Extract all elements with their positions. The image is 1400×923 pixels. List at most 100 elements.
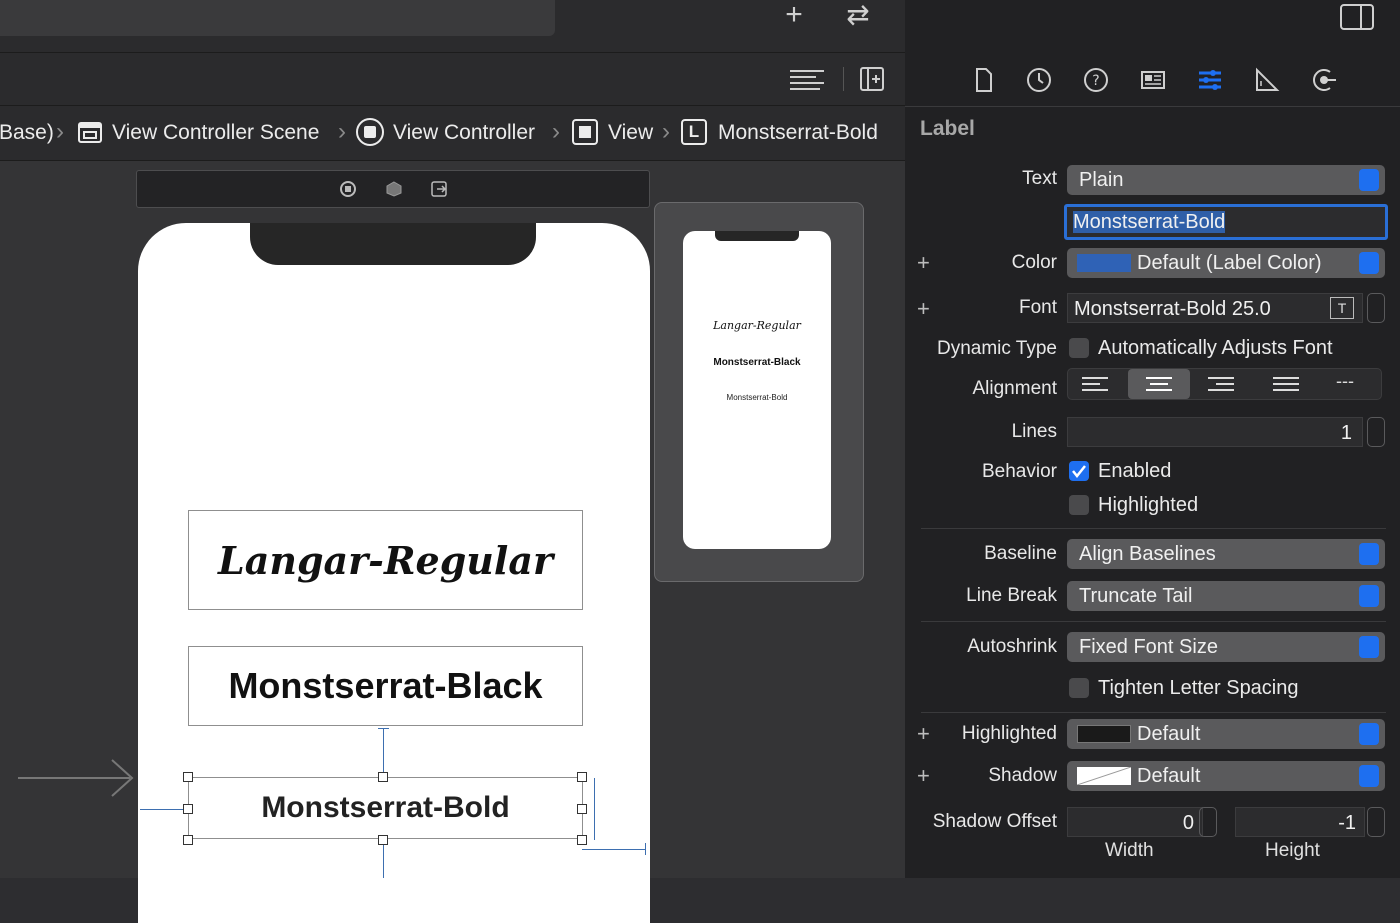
align-left-icon[interactable] xyxy=(1082,377,1108,391)
breadcrumb-item-view-controller[interactable]: View Controller xyxy=(393,118,535,148)
inspector-tabs: ? xyxy=(905,52,1400,107)
height-constraint[interactable] xyxy=(594,778,595,840)
view-controller-canvas[interactable]: Langar-Regular Monstserrat-Black Monstse… xyxy=(138,223,650,923)
highlighted-checkbox[interactable] xyxy=(1069,495,1089,515)
behavior-label: Behavior xyxy=(982,461,1057,482)
add-variation-button[interactable]: + xyxy=(917,763,930,789)
first-responder-icon[interactable] xyxy=(386,181,402,197)
label-langar-regular[interactable]: Langar-Regular xyxy=(188,510,583,610)
swap-editor-button[interactable]: ⇄ xyxy=(840,0,876,36)
shadow-popup[interactable]: Default xyxy=(1067,761,1385,791)
chevron-right-icon: › xyxy=(338,118,346,145)
align-center-segment[interactable] xyxy=(1128,369,1190,399)
color-popup[interactable]: Default (Label Color) xyxy=(1067,248,1385,278)
popup-arrows-icon xyxy=(1359,585,1379,607)
resize-handle[interactable] xyxy=(577,804,587,814)
lines-field[interactable]: 1 xyxy=(1067,417,1363,447)
breadcrumb-item-storyboard[interactable]: Base) xyxy=(0,118,54,148)
color-value: Default (Label Color) xyxy=(1137,252,1322,274)
resize-handle[interactable] xyxy=(183,772,193,782)
shadow-width-field[interactable]: 0 xyxy=(1067,807,1203,837)
font-label: Font xyxy=(1018,297,1057,318)
label-monstserrat-bold[interactable]: Monstserrat-Bold xyxy=(188,777,583,839)
add-library-button[interactable]: + xyxy=(776,0,812,36)
add-editor-icon[interactable] xyxy=(860,67,884,91)
section-divider xyxy=(921,528,1386,529)
add-variation-button[interactable]: + xyxy=(917,721,930,747)
shadow-value: Default xyxy=(1137,765,1201,787)
align-justify-icon[interactable] xyxy=(1273,377,1299,391)
history-inspector-icon[interactable] xyxy=(1025,66,1053,94)
label-icon: L xyxy=(681,119,707,145)
window-toolbar: + ⇄ xyxy=(0,0,905,53)
text-type-value: Plain xyxy=(1079,169,1124,191)
dynamic-type-option: Automatically Adjusts Font xyxy=(1098,337,1333,359)
lines-stepper[interactable] xyxy=(1367,417,1385,447)
add-variation-button[interactable]: + xyxy=(917,250,930,276)
editor-toolbar xyxy=(0,53,905,106)
resize-handle[interactable] xyxy=(183,804,193,814)
attributes-inspector-icon[interactable] xyxy=(1196,66,1224,94)
label-monstserrat-black[interactable]: Monstserrat-Black xyxy=(188,646,583,726)
align-right-icon[interactable] xyxy=(1208,377,1234,391)
lines-label: Lines xyxy=(1011,421,1057,442)
breadcrumb-item-view[interactable]: View xyxy=(608,118,653,148)
toggle-inspector-icon[interactable] xyxy=(1340,4,1374,30)
font-picker-icon[interactable]: T xyxy=(1330,297,1354,319)
exit-icon[interactable] xyxy=(431,181,447,197)
align-center-icon xyxy=(1146,377,1172,391)
label-text-field[interactable]: Monstserrat-Bold xyxy=(1064,204,1388,240)
view-icon xyxy=(572,119,598,145)
line-break-value: Truncate Tail xyxy=(1079,585,1193,607)
tighten-spacing-checkbox[interactable] xyxy=(1069,678,1089,698)
highlighted-color-popup[interactable]: Default xyxy=(1067,719,1385,749)
help-inspector-icon[interactable]: ? xyxy=(1082,66,1110,94)
height-caption: Height xyxy=(1265,840,1320,861)
leading-constraint[interactable] xyxy=(140,809,188,810)
breadcrumb-item-scene[interactable]: View Controller Scene xyxy=(112,118,319,148)
view-controller-dock-icon[interactable] xyxy=(340,181,356,197)
resize-handle[interactable] xyxy=(183,835,193,845)
text-type-popup[interactable]: Plain xyxy=(1067,165,1385,195)
font-field[interactable]: Monstserrat-Bold 25.0 T xyxy=(1067,293,1363,323)
preview-notch xyxy=(715,231,799,241)
line-break-popup[interactable]: Truncate Tail xyxy=(1067,581,1385,611)
connections-inspector-icon[interactable] xyxy=(1310,66,1338,94)
add-variation-button[interactable]: + xyxy=(917,296,930,322)
shadow-offset-label: Shadow Offset xyxy=(932,811,1057,832)
resize-handle[interactable] xyxy=(577,772,587,782)
activity-field[interactable] xyxy=(0,0,555,36)
align-natural-button[interactable]: --- xyxy=(1336,371,1354,392)
identity-inspector-icon[interactable] xyxy=(1139,66,1167,94)
top-constraint[interactable] xyxy=(383,728,384,778)
bottom-constraint[interactable] xyxy=(383,840,384,878)
popup-arrows-icon xyxy=(1359,252,1379,274)
popup-arrows-icon xyxy=(1359,543,1379,565)
attributes-inspector: ? Label Text Plain Monstserrat-Bold + Co… xyxy=(905,0,1400,878)
section-divider xyxy=(921,712,1386,713)
popup-arrows-icon xyxy=(1359,765,1379,787)
resize-handle[interactable] xyxy=(577,835,587,845)
autoshrink-popup[interactable]: Fixed Font Size xyxy=(1067,632,1385,662)
baseline-popup[interactable]: Align Baselines xyxy=(1067,539,1385,569)
resize-handle[interactable] xyxy=(378,835,388,845)
interface-builder-editor: + ⇄ Base) › View Controller Scene › View… xyxy=(0,0,905,923)
highlighted-color-value: Default xyxy=(1137,723,1201,745)
font-size-stepper[interactable] xyxy=(1367,293,1385,323)
popup-arrows-icon xyxy=(1359,169,1379,191)
adjust-editor-options-icon[interactable] xyxy=(790,69,824,91)
baseline-value: Align Baselines xyxy=(1079,543,1216,565)
trailing-constraint[interactable] xyxy=(582,849,646,850)
dynamic-type-checkbox[interactable] xyxy=(1069,338,1089,358)
alignment-segmented-control: --- xyxy=(1067,368,1382,400)
file-inspector-icon[interactable] xyxy=(969,66,997,94)
device-preview[interactable]: Langar-Regular Monstserrat-Black Monstse… xyxy=(654,202,864,582)
svg-text:?: ? xyxy=(1092,73,1099,89)
shadow-height-field[interactable]: -1 xyxy=(1235,807,1365,837)
size-inspector-icon[interactable] xyxy=(1253,66,1281,94)
shadow-width-stepper[interactable] xyxy=(1199,807,1217,837)
resize-handle[interactable] xyxy=(378,772,388,782)
shadow-height-stepper[interactable] xyxy=(1367,807,1385,837)
breadcrumb-item-label[interactable]: Monstserrat-Bold xyxy=(718,118,878,148)
enabled-checkbox[interactable] xyxy=(1069,461,1089,481)
